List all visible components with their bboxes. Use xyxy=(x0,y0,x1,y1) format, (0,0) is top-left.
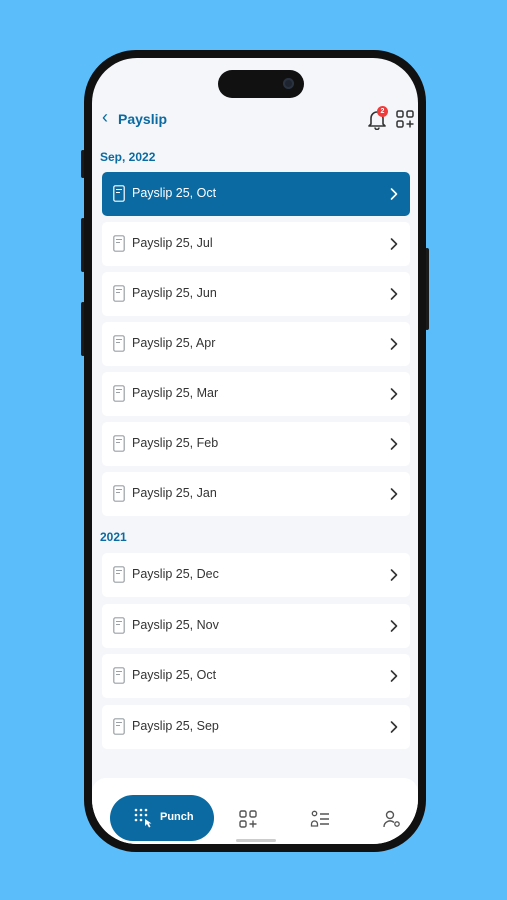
document-icon xyxy=(113,485,125,502)
chevron-right-icon xyxy=(390,288,398,300)
app-screen: ‹ Payslip 2 Sep, 2022 Payslip 25, Oct Pays… xyxy=(92,58,418,844)
app-header: ‹ Payslip 2 xyxy=(92,98,418,140)
back-arrow-icon[interactable]: ‹ xyxy=(102,107,108,128)
apps-grid-icon[interactable] xyxy=(396,110,414,128)
document-icon xyxy=(113,385,125,402)
chevron-right-icon xyxy=(390,721,398,733)
punch-button[interactable]: Punch xyxy=(110,795,214,841)
document-icon xyxy=(113,335,125,352)
section-header: Sep, 2022 xyxy=(100,150,156,164)
chevron-right-icon xyxy=(390,670,398,682)
punch-keypad-icon xyxy=(134,808,152,828)
dynamic-island xyxy=(218,70,304,98)
payslip-row[interactable]: Payslip 25, Jul xyxy=(102,222,410,266)
chevron-right-icon xyxy=(390,388,398,400)
document-icon xyxy=(113,285,125,302)
payslip-row[interactable]: Payslip 25, Mar xyxy=(102,372,410,416)
payslip-label: Payslip 25, Oct xyxy=(132,668,217,682)
chevron-right-icon xyxy=(390,188,398,200)
apps-add-icon[interactable] xyxy=(238,809,258,829)
payslip-row[interactable]: Payslip 25, Jun xyxy=(102,272,410,316)
bottom-nav: Punch xyxy=(92,778,418,844)
payslip-row[interactable]: Payslip 25, Nov xyxy=(102,604,410,648)
payslip-label: Payslip 25, Jul xyxy=(132,236,213,250)
payslip-label: Payslip 25, Mar xyxy=(132,386,219,400)
document-icon xyxy=(113,235,125,252)
payslip-label: Payslip 25, Sep xyxy=(132,719,219,733)
chevron-right-icon xyxy=(390,620,398,632)
payslip-label: Payslip 25, Feb xyxy=(132,436,219,450)
payslip-label: Payslip 25, Jun xyxy=(132,286,217,300)
payslip-label: Payslip 25, Jan xyxy=(132,486,217,500)
chevron-right-icon xyxy=(390,238,398,250)
camera-icon xyxy=(283,78,294,89)
payslip-label: Payslip 25, Oct xyxy=(132,186,217,200)
document-icon xyxy=(113,185,125,202)
list-user-icon[interactable] xyxy=(310,809,330,829)
home-indicator xyxy=(236,839,276,842)
payslip-label: Payslip 25, Nov xyxy=(132,618,219,632)
payslip-row[interactable]: Payslip 25, Oct xyxy=(102,172,410,216)
chevron-right-icon xyxy=(390,338,398,350)
document-icon xyxy=(113,566,125,583)
notification-badge: 2 xyxy=(377,106,388,117)
chevron-right-icon xyxy=(390,438,398,450)
document-icon xyxy=(113,435,125,452)
payslip-row[interactable]: Payslip 25, Feb xyxy=(102,422,410,466)
payslip-row[interactable]: Payslip 25, Apr xyxy=(102,322,410,366)
punch-label: Punch xyxy=(160,811,194,823)
chevron-right-icon xyxy=(390,569,398,581)
section-header: 2021 xyxy=(100,530,127,544)
payslip-label: Payslip 25, Dec xyxy=(132,567,219,581)
page-title: Payslip xyxy=(118,111,168,127)
document-icon xyxy=(113,718,125,735)
payslip-row[interactable]: Payslip 25, Sep xyxy=(102,705,410,749)
document-icon xyxy=(113,617,125,634)
phone-frame: ‹ Payslip 2 Sep, 2022 Payslip 25, Oct Pays… xyxy=(84,50,426,852)
payslip-row[interactable]: Payslip 25, Oct xyxy=(102,654,410,698)
payslip-row[interactable]: Payslip 25, Jan xyxy=(102,472,410,516)
document-icon xyxy=(113,667,125,684)
user-settings-icon[interactable] xyxy=(382,809,402,829)
payslip-label: Payslip 25, Apr xyxy=(132,336,216,350)
payslip-row[interactable]: Payslip 25, Dec xyxy=(102,553,410,597)
chevron-right-icon xyxy=(390,488,398,500)
